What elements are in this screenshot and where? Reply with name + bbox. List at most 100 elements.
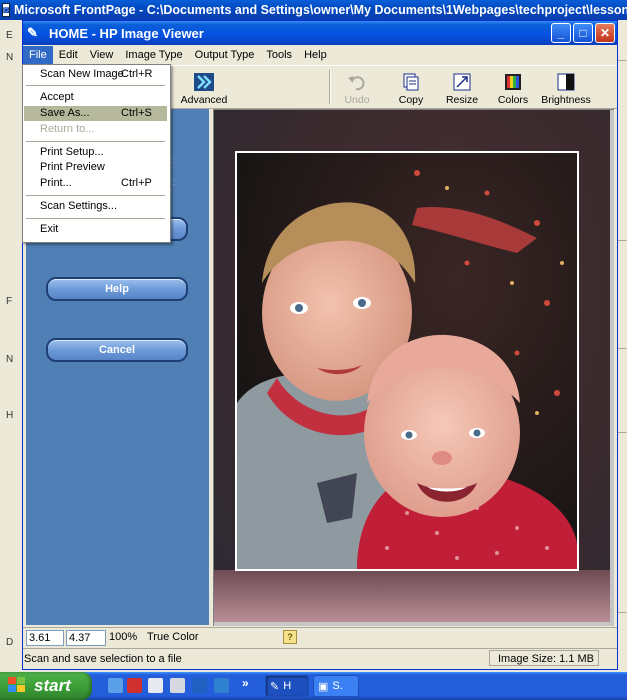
menu-item-save-as[interactable]: Save As... Ctrl+S xyxy=(24,106,167,121)
frontpage-titlebar: ◙ Microsoft FrontPage - C:\Documents and… xyxy=(0,0,627,20)
menu-bar: File Edit View Image Type Output Type To… xyxy=(23,45,617,65)
taskbar-button-hp-viewer[interactable]: ✎ H xyxy=(265,675,309,697)
menu-item-label: Exit xyxy=(40,223,59,235)
taskbar-button-label: S. xyxy=(332,680,343,692)
menu-item-print-preview[interactable]: Print Preview xyxy=(24,160,167,175)
photo-image xyxy=(237,153,577,569)
menu-item-label: Print Preview xyxy=(40,161,105,173)
menu-item-scan-settings[interactable]: Scan Settings... xyxy=(24,199,167,214)
image-dimensions-bar: 3.61 4.37 100% True Color ? xyxy=(23,627,617,648)
menu-separator xyxy=(26,218,165,219)
image-canvas[interactable] xyxy=(213,109,614,626)
double-chevron-right-icon xyxy=(194,72,214,92)
undo-label: Undo xyxy=(344,94,370,106)
scanner-app-icon: ✎ xyxy=(27,25,38,40)
colors-icon xyxy=(503,72,523,92)
menu-item-label: Scan Settings... xyxy=(40,200,118,212)
quick-launch-app-icon[interactable] xyxy=(127,678,142,693)
brightness-icon xyxy=(556,72,576,92)
menu-item-label: Accept xyxy=(40,91,74,103)
frontpage-left-letter: N xyxy=(6,52,14,63)
copy-button[interactable]: Copy xyxy=(391,68,431,106)
menu-item-return-to[interactable]: Return to... xyxy=(24,122,167,137)
help-button[interactable]: Help xyxy=(46,277,188,301)
scanned-photo-selection[interactable] xyxy=(235,151,579,571)
image-height-field[interactable]: 4.37 xyxy=(66,630,106,646)
advanced-button[interactable]: Advanced xyxy=(179,68,229,106)
frontpage-app-icon: ◙ xyxy=(2,3,11,17)
menu-item-label: Print Setup... xyxy=(40,146,104,158)
internet-explorer-icon[interactable] xyxy=(108,678,123,693)
menu-item-shortcut: Ctrl+P xyxy=(121,177,152,189)
scan-preview-bottom-strip xyxy=(214,570,610,622)
start-button[interactable]: start xyxy=(0,672,92,700)
menu-item-label: Save As... xyxy=(40,107,90,119)
colors-label: Colors xyxy=(497,94,529,106)
frontpage-left-strip: E N F N H D xyxy=(0,20,23,660)
question-icon[interactable]: ? xyxy=(283,630,297,644)
quick-launch-app-icon[interactable] xyxy=(192,678,207,693)
menu-item-scan-new-image[interactable]: Scan New Image Ctrl+R xyxy=(24,67,167,82)
frontpage-left-letter: H xyxy=(6,410,14,421)
menu-item-print-setup[interactable]: Print Setup... xyxy=(24,145,167,160)
status-bar: Scan and save selection to a file Image … xyxy=(23,648,617,670)
menu-image-type[interactable]: Image Type xyxy=(119,46,188,64)
image-size-readout: Image Size: 1.1 MB xyxy=(489,650,599,666)
quick-launch-chevron[interactable]: » xyxy=(242,676,249,690)
resize-icon xyxy=(452,72,472,92)
menu-item-exit[interactable]: Exit xyxy=(24,222,167,237)
close-button[interactable]: ✕ xyxy=(595,23,615,43)
quick-launch-app-icon[interactable] xyxy=(170,678,185,693)
taskbar-button-app[interactable]: ▣ S. xyxy=(313,675,359,697)
menu-help[interactable]: Help xyxy=(298,46,333,64)
advanced-label: Advanced xyxy=(180,94,228,106)
frontpage-title: Microsoft FrontPage - C:\Documents and S… xyxy=(14,3,627,17)
brightness-button[interactable]: Brightness xyxy=(538,68,594,106)
cancel-button[interactable]: Cancel xyxy=(46,338,188,362)
quick-launch-app-icon[interactable] xyxy=(214,678,229,693)
divider xyxy=(618,432,627,433)
divider xyxy=(618,348,627,349)
scanner-app-icon: ✎ xyxy=(270,680,280,693)
menu-separator xyxy=(26,85,165,86)
menu-edit[interactable]: Edit xyxy=(53,46,84,64)
image-width-field[interactable]: 3.61 xyxy=(26,630,64,646)
menu-view[interactable]: View xyxy=(84,46,120,64)
taskbar: start » ✎ H ▣ S. xyxy=(0,672,627,700)
menu-item-label: Print... xyxy=(40,177,72,189)
brightness-label: Brightness xyxy=(541,94,591,106)
divider xyxy=(618,240,627,241)
colors-button[interactable]: Colors xyxy=(493,68,533,106)
copy-label: Copy xyxy=(398,94,424,106)
menu-item-print[interactable]: Print... Ctrl+P xyxy=(24,176,167,191)
menu-item-accept[interactable]: Accept xyxy=(24,90,167,105)
panel-hint-glyph: : xyxy=(172,177,175,188)
maximize-button[interactable]: □ xyxy=(573,23,593,43)
undo-button[interactable]: Undo xyxy=(337,68,377,106)
menu-file[interactable]: File xyxy=(23,46,53,64)
start-label: start xyxy=(34,676,71,695)
resize-button[interactable]: Resize xyxy=(441,68,483,106)
frontpage-left-letter: D xyxy=(6,637,14,648)
minimize-button[interactable]: _ xyxy=(551,23,571,43)
menu-item-shortcut: Ctrl+R xyxy=(121,68,153,80)
frontpage-right-strip xyxy=(617,20,627,660)
color-mode: True Color xyxy=(147,631,199,643)
quick-launch-app-icon[interactable] xyxy=(148,678,163,693)
menu-output-type[interactable]: Output Type xyxy=(189,46,261,64)
resize-label: Resize xyxy=(445,94,479,106)
menu-separator xyxy=(26,195,165,196)
toolbar-separator xyxy=(329,70,331,104)
viewer-titlebar[interactable]: ✎ HOME - HP Image Viewer _ □ ✕ xyxy=(23,21,617,45)
viewer-title: HOME - HP Image Viewer xyxy=(49,25,204,41)
menu-tools[interactable]: Tools xyxy=(260,46,298,64)
divider xyxy=(618,60,627,61)
menu-item-label: Return to... xyxy=(40,123,95,135)
zoom-level: 100% xyxy=(109,631,138,643)
menu-item-label: Scan New Image xyxy=(40,68,124,80)
frontpage-left-letter: E xyxy=(6,30,13,41)
frontpage-left-letter: N xyxy=(6,354,14,365)
menu-item-shortcut: Ctrl+S xyxy=(121,107,152,119)
divider xyxy=(618,612,627,613)
app-window-icon: ▣ xyxy=(318,680,329,693)
